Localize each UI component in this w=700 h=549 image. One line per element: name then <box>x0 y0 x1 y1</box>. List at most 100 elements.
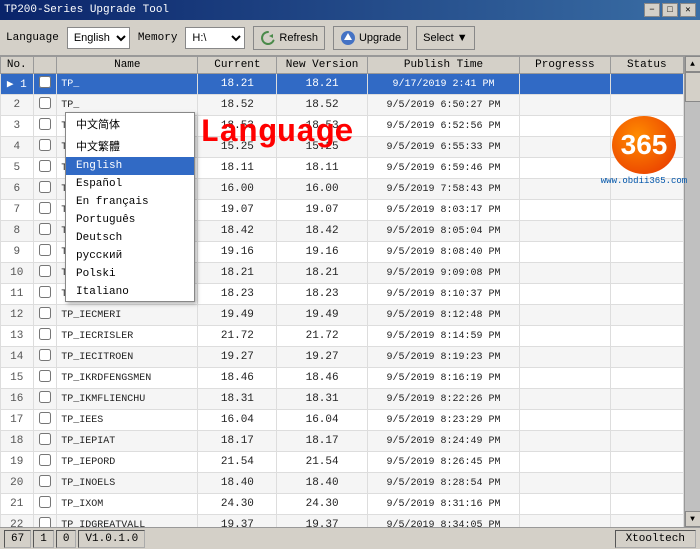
cell-status <box>610 221 683 242</box>
table-row[interactable]: 21 TP_IXOM 24.30 24.30 9/5/2019 8:31:16 … <box>1 494 684 515</box>
cell-check[interactable] <box>33 179 57 200</box>
cell-name: TP_IKRDFENGSMEN <box>57 368 198 389</box>
maximize-button[interactable]: □ <box>662 3 678 17</box>
status-version: V1.0.1.0 <box>78 530 145 548</box>
cell-num: 11 <box>1 284 34 305</box>
cell-check[interactable] <box>33 368 57 389</box>
cell-check[interactable] <box>33 284 57 305</box>
cell-current: 19.07 <box>198 200 277 221</box>
cell-publish-time: 9/5/2019 8:12:48 PM <box>367 305 519 326</box>
dropdown-item[interactable]: Español <box>66 175 194 193</box>
cell-new-version: 18.46 <box>277 368 367 389</box>
cell-new-version: 18.21 <box>277 74 367 95</box>
cell-status <box>610 242 683 263</box>
table-row[interactable]: 13 TP_IECRISLER 21.72 21.72 9/5/2019 8:1… <box>1 326 684 347</box>
memory-select[interactable]: H:\ <box>185 27 245 49</box>
cell-publish-time: 9/5/2019 8:16:19 PM <box>367 368 519 389</box>
cell-check[interactable] <box>33 473 57 494</box>
dropdown-item[interactable]: English <box>66 157 194 175</box>
scrollbar-thumb[interactable] <box>685 72 700 102</box>
cell-check[interactable] <box>33 452 57 473</box>
cell-current: 16.00 <box>198 179 277 200</box>
cell-check[interactable] <box>33 221 57 242</box>
cell-current: 21.72 <box>198 326 277 347</box>
cell-check[interactable] <box>33 410 57 431</box>
cell-current: 19.37 <box>198 515 277 528</box>
scrollbar-track[interactable] <box>685 72 700 511</box>
cell-check[interactable] <box>33 200 57 221</box>
table-row[interactable]: ▶ 1 TP_ 18.21 18.21 9/17/2019 2:41 PM <box>1 74 684 95</box>
dropdown-item[interactable]: Polski <box>66 265 194 283</box>
language-select[interactable]: English <box>67 27 130 49</box>
table-row[interactable]: 17 TP_IEES 16.04 16.04 9/5/2019 8:23:29 … <box>1 410 684 431</box>
dropdown-item[interactable]: En français <box>66 193 194 211</box>
select-button[interactable]: Select ▼ <box>416 26 475 50</box>
table-row[interactable]: 15 TP_IKRDFENGSMEN 18.46 18.46 9/5/2019 … <box>1 368 684 389</box>
dropdown-item[interactable]: Deutsch <box>66 229 194 247</box>
cell-num: 13 <box>1 326 34 347</box>
upgrade-button[interactable]: Upgrade <box>333 26 408 50</box>
cell-check[interactable] <box>33 137 57 158</box>
cell-check[interactable] <box>33 242 57 263</box>
status-val1: 1 <box>33 530 54 548</box>
cell-current: 19.27 <box>198 347 277 368</box>
cell-check[interactable] <box>33 74 57 95</box>
scrollbar[interactable]: ▲ ▼ <box>684 56 700 527</box>
cell-current: 21.54 <box>198 452 277 473</box>
minimize-button[interactable]: − <box>644 3 660 17</box>
cell-check[interactable] <box>33 263 57 284</box>
table-row[interactable]: 22 TP_IDGREATVALL 19.37 19.37 9/5/2019 8… <box>1 515 684 528</box>
table-row[interactable]: 20 TP_INOELS 18.40 18.40 9/5/2019 8:28:5… <box>1 473 684 494</box>
cell-name: TP_IECMERI <box>57 305 198 326</box>
cell-check[interactable] <box>33 326 57 347</box>
cell-check[interactable] <box>33 494 57 515</box>
scroll-up-button[interactable]: ▲ <box>685 56 700 72</box>
close-button[interactable]: ✕ <box>680 3 696 17</box>
table-row[interactable]: 14 TP_IECITROEN 19.27 19.27 9/5/2019 8:1… <box>1 347 684 368</box>
dropdown-item[interactable]: Português <box>66 211 194 229</box>
cell-num: 20 <box>1 473 34 494</box>
refresh-button[interactable]: Refresh <box>253 26 325 50</box>
cell-progress <box>520 410 610 431</box>
table-row[interactable]: 12 TP_IECMERI 19.49 19.49 9/5/2019 8:12:… <box>1 305 684 326</box>
cell-progress <box>520 137 610 158</box>
cell-new-version: 19.07 <box>277 200 367 221</box>
table-row[interactable]: 19 TP_IEPORD 21.54 21.54 9/5/2019 8:26:4… <box>1 452 684 473</box>
cell-new-version: 18.11 <box>277 158 367 179</box>
cell-num: 19 <box>1 452 34 473</box>
cell-status <box>610 158 683 179</box>
table-row[interactable]: 16 TP_IKMFLIENCHU 18.31 18.31 9/5/2019 8… <box>1 389 684 410</box>
cell-check[interactable] <box>33 116 57 137</box>
cell-new-version: 19.37 <box>277 515 367 528</box>
cell-check[interactable] <box>33 347 57 368</box>
cell-check[interactable] <box>33 431 57 452</box>
cell-progress <box>520 389 610 410</box>
dropdown-item[interactable]: 中文简体 <box>66 113 194 135</box>
cell-status <box>610 95 683 116</box>
language-dropdown[interactable]: 中文简体中文繁體EnglishEspañolEn françaisPortugu… <box>65 112 195 302</box>
cell-check[interactable] <box>33 95 57 116</box>
cell-current: 18.46 <box>198 368 277 389</box>
cell-new-version: 15.25 <box>277 137 367 158</box>
scroll-down-button[interactable]: ▼ <box>685 511 700 527</box>
cell-new-version: 18.23 <box>277 284 367 305</box>
table-row[interactable]: 18 TP_IEPIAT 18.17 18.17 9/5/2019 8:24:4… <box>1 431 684 452</box>
cell-progress <box>520 95 610 116</box>
cell-publish-time: 9/5/2019 8:19:23 PM <box>367 347 519 368</box>
cell-check[interactable] <box>33 515 57 528</box>
cell-new-version: 19.49 <box>277 305 367 326</box>
dropdown-item[interactable]: 中文繁體 <box>66 135 194 157</box>
cell-status <box>610 368 683 389</box>
dropdown-item[interactable]: русский <box>66 247 194 265</box>
cell-progress <box>520 473 610 494</box>
cell-current: 18.53 <box>198 116 277 137</box>
cell-status <box>610 389 683 410</box>
dropdown-item[interactable]: Italiano <box>66 283 194 301</box>
cell-name: TP_IXOM <box>57 494 198 515</box>
status-val2: 0 <box>56 530 77 548</box>
cell-check[interactable] <box>33 389 57 410</box>
cell-check[interactable] <box>33 305 57 326</box>
cell-new-version: 18.42 <box>277 221 367 242</box>
cell-check[interactable] <box>33 158 57 179</box>
cell-progress <box>520 284 610 305</box>
